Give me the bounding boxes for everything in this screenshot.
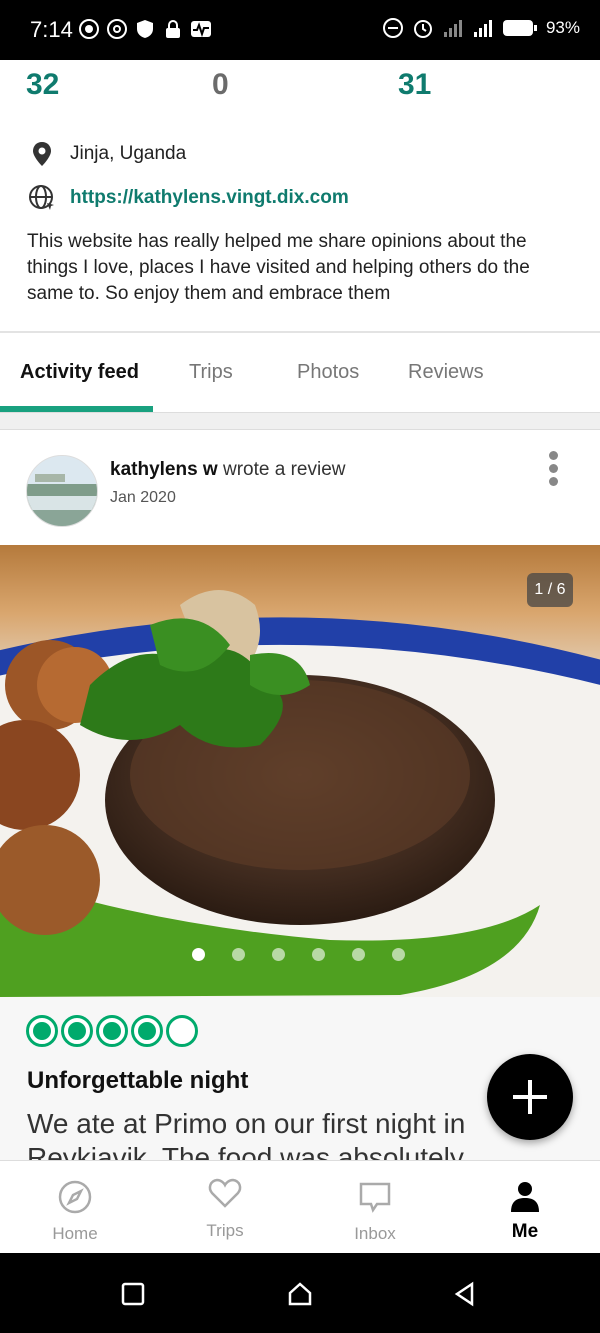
bottom-navigation: Home Trips Inbox Me (0, 1160, 600, 1253)
rating-bubble-icon (131, 1015, 163, 1047)
steak-dish-image (0, 545, 600, 997)
battery-icon (502, 20, 537, 36)
activity-icon (191, 21, 211, 38)
back-icon[interactable] (452, 1281, 478, 1307)
battery-percent: 93% (545, 18, 580, 37)
status-time: 7:14 (30, 17, 73, 42)
rating-bubble-icon (96, 1015, 128, 1047)
post-title: kathylens w wrote a review (110, 459, 346, 481)
alarm-icon (413, 20, 432, 38)
do-not-disturb-icon (382, 18, 403, 38)
system-navigation-bar (0, 1253, 600, 1333)
chrome-notification-icon (107, 19, 127, 39)
review-body: We ate at Primo on our first night in Re… (27, 1108, 466, 1160)
home-icon[interactable] (287, 1281, 313, 1307)
rating-bubble-icon (26, 1015, 58, 1047)
lock-icon (166, 20, 180, 38)
pagination-dot[interactable] (192, 948, 205, 961)
location-pin-icon (33, 142, 51, 166)
add-button[interactable] (487, 1054, 573, 1140)
signal-icon-2 (473, 20, 492, 37)
person-icon (511, 1182, 539, 1212)
tab-trips[interactable]: Trips (189, 361, 233, 384)
post-author[interactable]: kathylens w (110, 459, 218, 480)
status-bar: 7:14 93% (0, 0, 600, 60)
system-icons: 93% (382, 17, 580, 39)
avatar-waterfall-image (27, 456, 97, 526)
pagination-dot[interactable] (312, 948, 325, 961)
stat-value-3[interactable]: 31 (398, 68, 431, 102)
post-date: Jan 2020 (110, 489, 176, 506)
tab-reviews[interactable]: Reviews (408, 361, 484, 384)
bubble-rating (26, 1015, 198, 1047)
stat-value-2[interactable]: 0 (212, 68, 229, 102)
pagination-dot[interactable] (352, 948, 365, 961)
post-action: wrote a review (223, 459, 346, 480)
nav-me-label: Me (511, 1221, 539, 1242)
globe-icon (29, 185, 54, 210)
stat-value-1[interactable]: 32 (26, 68, 59, 102)
review-photo[interactable]: 1 / 6 (0, 545, 600, 997)
profile-bio: This website has really helped me share … (27, 231, 530, 304)
nav-home-label: Home (52, 1224, 98, 1243)
profile-stats: 32 0 31 (0, 60, 600, 120)
notification-icons (78, 18, 212, 40)
avatar[interactable] (26, 455, 98, 527)
nav-trips-label: Trips (206, 1221, 244, 1240)
pagination-dot[interactable] (392, 948, 405, 961)
tab-activity-feed[interactable]: Activity feed (20, 361, 139, 384)
app-notification-icon (79, 19, 99, 39)
profile-tabs: Activity feed Trips Photos Reviews (0, 333, 600, 413)
heart-icon (208, 1178, 242, 1208)
pagination-dot[interactable] (232, 948, 245, 961)
nav-inbox-label: Inbox (354, 1224, 396, 1243)
website-link[interactable]: https://kathylens.vingt.dix.com (70, 187, 349, 209)
location-text: Jinja, Uganda (70, 143, 187, 164)
location-row: Jinja, Uganda (28, 140, 186, 168)
pagination-dot[interactable] (272, 948, 285, 961)
nav-me[interactable]: Me (450, 1161, 600, 1254)
signal-icon-1 (443, 20, 462, 37)
recent-apps-icon[interactable] (120, 1281, 146, 1307)
photo-counter: 1 / 6 (527, 573, 573, 607)
photo-pagination-dots (192, 948, 405, 961)
rating-bubble-icon (61, 1015, 93, 1047)
compass-icon (58, 1180, 92, 1214)
nav-home[interactable]: Home (0, 1161, 150, 1254)
more-options-icon[interactable] (546, 451, 560, 491)
nav-trips[interactable]: Trips (150, 1161, 300, 1254)
tab-photos[interactable]: Photos (297, 361, 359, 384)
review-title: Unforgettable night (27, 1067, 249, 1094)
chat-icon (359, 1182, 391, 1213)
nav-inbox[interactable]: Inbox (300, 1161, 450, 1254)
section-separator (0, 412, 600, 430)
rating-bubble-icon (166, 1015, 198, 1047)
shield-icon (137, 20, 153, 38)
website-row[interactable]: https://kathylens.vingt.dix.com (28, 184, 349, 212)
